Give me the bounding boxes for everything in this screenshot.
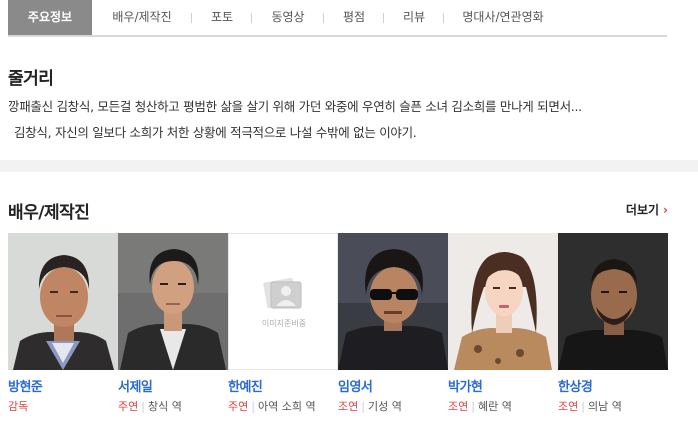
cast-role: 조연 | 의남 역 [558, 400, 622, 413]
role-name: 혜란 역 [477, 400, 512, 413]
cast-name[interactable]: 임영서 [338, 376, 373, 395]
placeholder-text: 이미지준비중 [261, 319, 307, 328]
cast-role: 감독 [8, 398, 114, 416]
cast-section: 배우/제작진 더보기 › 방현준 감독 서제일 주연 | 창식 역 이미지준비중… [0, 172, 698, 443]
role-name: 기성 역 [367, 400, 402, 413]
tab-photo[interactable]: 포토 [192, 0, 252, 35]
image-placeholder[interactable]: 이미지준비중 [228, 233, 338, 370]
cast-card[interactable]: 박가현 조연 | 혜란 역 [448, 233, 558, 443]
cast-name[interactable]: 한상경 [558, 376, 593, 395]
more-button[interactable]: 더보기 › [626, 201, 668, 218]
cast-card[interactable]: 이미지준비중 한예진 주연 | 아역 소희 역 [228, 233, 338, 443]
tab-video[interactable]: 동영상 [252, 0, 324, 35]
role-type: 주연 [118, 400, 139, 413]
chevron-right-icon: › [663, 203, 668, 217]
cast-list: 방현준 감독 서제일 주연 | 창식 역 이미지준비중 한예진 주연 | 아역 … [8, 233, 668, 443]
cast-name[interactable]: 서제일 [118, 376, 153, 395]
role-name: 아역 소희 역 [257, 400, 316, 413]
synopsis-text: 김창식, 자신의 일보다 소희가 처한 상황에 적극적으로 나설 수밖에 없는 … [14, 125, 417, 140]
cast-photo[interactable] [448, 233, 558, 370]
role-type: 조연 [558, 400, 579, 413]
main-info-section: 주요정보 배우/제작진 포토 동영상 평점 리뷰 명대사/연관영화 줄거리 깡패… [0, 0, 698, 160]
cast-photo[interactable] [338, 233, 448, 370]
tab-quotes-related[interactable]: 명대사/연관영화 [444, 0, 562, 35]
role-type: 주연 [228, 400, 249, 413]
tab-cast-crew[interactable]: 배우/제작진 [92, 0, 192, 35]
cast-card[interactable]: 서제일 주연 | 창식 역 [118, 233, 228, 443]
role-name: 창식 역 [147, 400, 182, 413]
cast-card[interactable]: 임영서 조연 | 기성 역 [338, 233, 448, 443]
cast-role: 조연 | 기성 역 [338, 400, 402, 413]
synopsis-title: 줄거리 [8, 69, 54, 89]
tab-review[interactable]: 리뷰 [384, 0, 444, 35]
cast-name[interactable]: 한예진 [228, 376, 263, 395]
cast-card[interactable]: 한상경 조연 | 의남 역 [558, 233, 668, 443]
synopsis-text: 깡패출신 김창식, 모든걸 청산하고 평범한 삶을 살기 위해 가던 와중에 우… [8, 99, 582, 114]
cast-name[interactable]: 박가현 [448, 376, 483, 395]
role-type: 조연 [338, 400, 359, 413]
cast-role: 주연 | 창식 역 [118, 400, 182, 413]
tab-rating[interactable]: 평점 [324, 0, 384, 35]
person-placeholder-icon [263, 277, 302, 309]
role-type: 조연 [448, 400, 469, 413]
cast-role: 조연 | 혜란 역 [448, 400, 512, 413]
cast-card[interactable]: 방현준 감독 [8, 233, 118, 443]
cast-name[interactable]: 방현준 [8, 376, 43, 395]
cast-photo[interactable] [8, 233, 118, 370]
cast-photo[interactable] [558, 233, 668, 370]
role-name: 의남 역 [587, 400, 622, 413]
cast-title: 배우/제작진 [8, 203, 90, 223]
tab-bar: 주요정보 배우/제작진 포토 동영상 평점 리뷰 명대사/연관영화 [8, 0, 667, 37]
tab-main-info[interactable]: 주요정보 [8, 0, 92, 35]
role-type: 감독 [8, 400, 29, 413]
cast-photo[interactable] [118, 233, 228, 370]
cast-role: 주연 | 아역 소희 역 [228, 400, 316, 413]
